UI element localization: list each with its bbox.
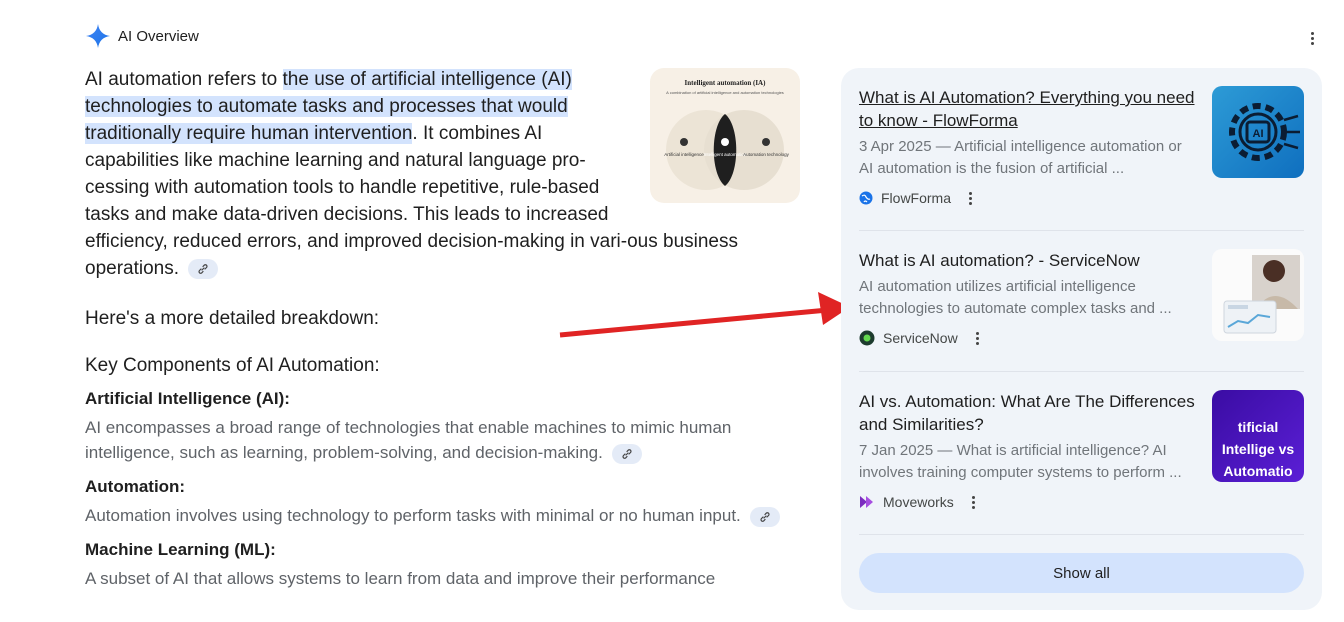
source-site: FlowForma [859,190,1304,206]
source-link-chip[interactable] [749,506,780,527]
figure-title: Intelligent automation (IA) [685,79,767,87]
thumbnail-text: tificial Intellige vs Automatio [1221,419,1295,479]
divider [859,371,1304,372]
component-name-automation: Automation: [85,477,186,496]
source-snippet: 3 Apr 2025 — Artificial intelligence aut… [859,138,1182,177]
source-more-icon[interactable] [971,495,975,509]
source-more-icon[interactable] [969,191,973,205]
link-icon [622,448,632,459]
svg-text:AI: AI [1253,128,1264,140]
source-snippet: AI automation utilizes artificial intell… [859,278,1172,317]
source-card[interactable]: AI vs. Automation: What Are The Differen… [859,390,1304,510]
intro-rest: . It combines AI capabilities like machi… [85,123,738,279]
person-laptop-image [1212,249,1304,341]
source-site: Moveworks [859,494,1304,510]
source-site-name: FlowForma [881,190,952,206]
ai-overview-header: AI Overview [86,24,199,48]
figure-center-label: Intelligent automation [704,152,747,157]
sparkle-icon [86,24,110,48]
breakdown-text: Here's a more detailed breakdown: [85,308,380,329]
ai-overview-title: AI Overview [118,27,199,45]
source-card[interactable]: What is AI automation? - ServiceNow AI a… [859,249,1304,346]
source-title[interactable]: What is AI Automation? Everything you ne… [859,86,1199,132]
source-title[interactable]: AI vs. Automation: What Are The Differen… [859,390,1199,436]
source-more-icon[interactable] [975,331,979,345]
source-thumbnail[interactable] [1212,249,1304,341]
ai-chip-gear-icon: AI [1229,103,1300,161]
source-site-name: Moveworks [883,494,954,510]
figure-left-label: Artificial intelligence [664,152,704,157]
intro-lead: AI automation refers to [85,69,283,90]
sources-panel: What is AI Automation? Everything you ne… [841,68,1322,610]
source-snippet: 7 Jan 2025 — What is artificial intellig… [859,442,1182,481]
overview-content: Intelligent automation (IA) A combinatio… [85,66,800,591]
source-card[interactable]: What is AI Automation? Everything you ne… [859,86,1304,206]
divider [859,230,1304,231]
source-thumbnail[interactable]: AI [1212,86,1304,178]
source-site-name: ServiceNow [883,330,958,346]
component-name-ai: Artificial Intelligence (AI): [85,389,290,408]
component-desc-ml: A subset of AI that allows systems to le… [85,569,716,588]
component-name-ml: Machine Learning (ML): [85,540,276,559]
intelligent-automation-figure[interactable]: Intelligent automation (IA) A combinatio… [650,68,800,203]
figure-subtitle: A combination of artificial intelligence… [666,90,784,95]
section-title: Key Components of AI Automation: [85,355,380,376]
figure-right-label: Automation technology [743,152,790,157]
component-desc-automation: Automation involves using technology to … [85,503,800,528]
servicenow-icon [859,330,875,346]
source-link-chip[interactable] [188,258,219,279]
show-all-button[interactable]: Show all [859,553,1304,593]
source-title[interactable]: What is AI automation? - ServiceNow [859,249,1199,272]
more-options-icon[interactable] [1302,28,1322,48]
source-link-chip[interactable] [611,443,642,464]
link-icon [198,264,208,274]
source-thumbnail[interactable]: tificial Intellige vs Automatio [1212,390,1304,482]
divider [859,534,1304,535]
link-icon [759,511,770,522]
globe-icon [859,191,873,205]
moveworks-icon [860,496,873,508]
component-desc-ai: AI encompasses a broad range of technolo… [85,418,732,464]
